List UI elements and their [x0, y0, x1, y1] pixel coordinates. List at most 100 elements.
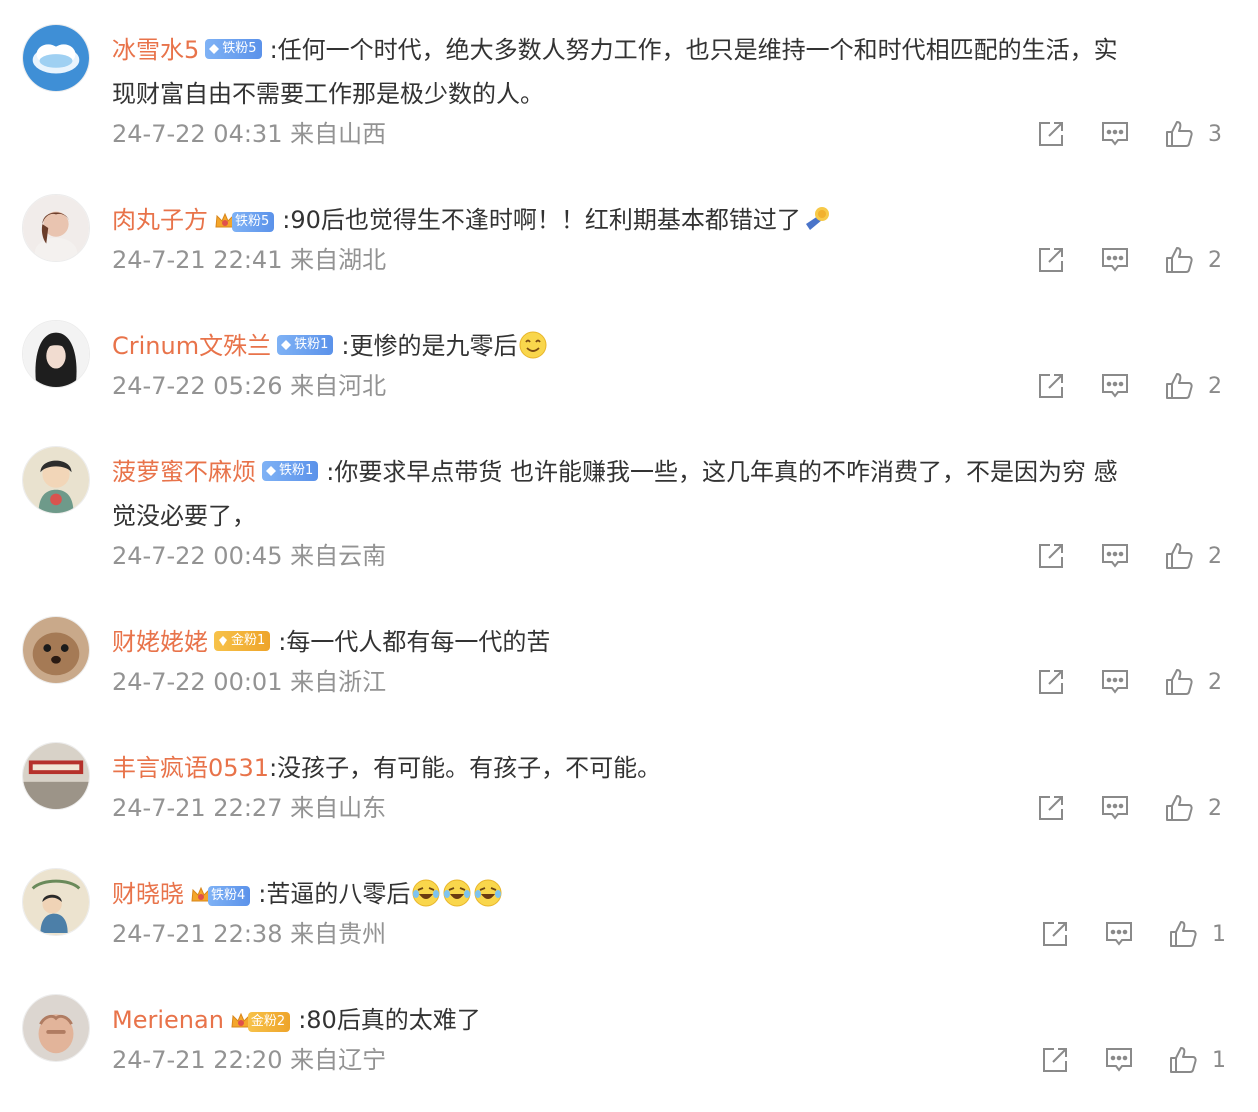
comment-text-line: 菠萝蜜不麻烦 铁粉1 :你要求早点带货 也许能赚我一些，这几年真的不咋消费了，不是因…: [112, 450, 1224, 494]
comment-actions: 2: [1036, 666, 1236, 698]
avatar[interactable]: [22, 742, 90, 810]
avatar[interactable]: [22, 24, 90, 92]
username-link[interactable]: Merienan: [112, 1006, 224, 1034]
fan-badge[interactable]: 铁粉1: [262, 461, 319, 481]
laugh-cry-emoji-icon: [443, 879, 471, 907]
like-button[interactable]: 2: [1164, 666, 1222, 698]
like-count: 3: [1208, 121, 1222, 147]
share-button[interactable]: [1036, 666, 1066, 698]
laugh-cry-emoji-icon: [412, 879, 440, 907]
like-count: 2: [1208, 247, 1222, 273]
like-icon: [1166, 373, 1193, 399]
comment-button[interactable]: [1100, 244, 1130, 276]
comment-icon: [1102, 796, 1128, 820]
comment-text: :任何一个时代，绝大多数人努力工作，也只是维持一个和时代相匹配的生活，实: [269, 36, 1118, 64]
comment-text-line: 现财富自由不需要工作那是极少数的人。: [112, 72, 1224, 116]
comment-button[interactable]: [1104, 918, 1134, 950]
comment-text: :没孩子，有可能。有孩子，不可能。: [269, 754, 662, 782]
comment-icon: [1106, 922, 1132, 946]
laugh-cry-emoji-icon: [474, 879, 502, 907]
comment-text: :更惨的是九零后: [341, 332, 518, 360]
comment-icon: [1102, 670, 1128, 694]
comment-meta: 24-7-21 22:27 来自山东: [112, 794, 387, 822]
username-link[interactable]: 冰雪水5: [112, 36, 199, 64]
comment-meta: 24-7-22 00:01 来自浙江: [112, 668, 387, 696]
fan-badge[interactable]: 铁粉5: [232, 212, 275, 232]
comment-icon: [1102, 544, 1128, 568]
avatar[interactable]: [22, 994, 90, 1062]
like-button[interactable]: 2: [1164, 540, 1222, 572]
share-icon: [1039, 248, 1063, 272]
comment-button[interactable]: [1100, 370, 1130, 402]
comment-icon: [1102, 122, 1128, 146]
comment-button[interactable]: [1104, 1044, 1134, 1076]
comment-actions: 1: [1040, 1044, 1240, 1076]
like-count: 1: [1212, 1047, 1226, 1073]
fan-badge[interactable]: 金粉2: [247, 1012, 291, 1032]
like-button[interactable]: 2: [1164, 244, 1222, 276]
comment-button[interactable]: [1100, 118, 1130, 150]
avatar[interactable]: [22, 868, 90, 936]
comment-icon: [1102, 248, 1128, 272]
avatar[interactable]: [22, 194, 90, 262]
comment-actions: 2: [1036, 792, 1236, 824]
share-button[interactable]: [1036, 792, 1066, 824]
comment-button[interactable]: [1100, 792, 1130, 824]
share-icon: [1039, 670, 1063, 694]
like-icon: [1170, 921, 1197, 947]
fist-emoji-icon: [805, 207, 829, 230]
share-button[interactable]: [1036, 244, 1066, 276]
like-button[interactable]: 1: [1168, 918, 1226, 950]
comment-text: 现财富自由不需要工作那是极少数的人。: [112, 80, 544, 108]
share-icon: [1039, 374, 1063, 398]
comment-text: :每一代人都有每一代的苦: [278, 628, 551, 656]
comment-actions: 2: [1036, 540, 1236, 572]
share-button[interactable]: [1036, 370, 1066, 402]
like-button[interactable]: 3: [1164, 118, 1222, 150]
like-icon: [1170, 1047, 1197, 1073]
comment-text-line: 财晓晓 铁粉4 :苦逼的八零后: [112, 872, 1224, 916]
comment-actions: 2: [1036, 244, 1236, 276]
share-button[interactable]: [1036, 540, 1066, 572]
comment-button[interactable]: [1100, 540, 1130, 572]
username-link[interactable]: 肉丸子方: [112, 206, 208, 234]
comment-list: 冰雪水5 铁粉5 :任何一个时代，绝大多数人努力工作，也只是维持一个和时代相匹配的生…: [0, 0, 1258, 1112]
username-link[interactable]: Crinum文殊兰: [112, 332, 271, 360]
share-icon: [1039, 122, 1063, 146]
comment-meta: 24-7-21 22:20 来自辽宁: [112, 1046, 387, 1074]
like-button[interactable]: 2: [1164, 370, 1222, 402]
like-button[interactable]: 1: [1168, 1044, 1226, 1076]
smile-emoji-icon: [519, 331, 547, 359]
fan-badge[interactable]: 金粉1: [214, 631, 271, 651]
username-link[interactable]: 财晓晓: [112, 880, 184, 908]
username-link[interactable]: 财姥姥姥: [112, 628, 208, 656]
share-button[interactable]: [1040, 918, 1070, 950]
comment-text: :苦逼的八零后: [258, 880, 411, 908]
fan-badge[interactable]: 铁粉5: [205, 39, 262, 59]
comment-text-line: 肉丸子方 铁粉5 :90后也觉得生不逢时啊！！红利期基本都错过了: [112, 198, 1224, 242]
comment-text: :你要求早点带货 也许能赚我一些，这几年真的不咋消费了，不是因为穷 感: [326, 458, 1118, 486]
comment-icon: [1106, 1048, 1132, 1072]
share-icon: [1039, 544, 1063, 568]
share-icon: [1043, 1048, 1067, 1072]
username-link[interactable]: 菠萝蜜不麻烦: [112, 458, 256, 486]
fan-badge[interactable]: 铁粉1: [277, 335, 334, 355]
comment-text-line: 丰言疯语0531:没孩子，有可能。有孩子，不可能。: [112, 746, 1224, 790]
like-count: 2: [1208, 373, 1222, 399]
comment-text-line: 冰雪水5 铁粉5 :任何一个时代，绝大多数人努力工作，也只是维持一个和时代相匹配的生…: [112, 28, 1224, 72]
share-button[interactable]: [1040, 1044, 1070, 1076]
avatar[interactable]: [22, 616, 90, 684]
like-icon: [1166, 543, 1193, 569]
comment-icon: [1102, 374, 1128, 398]
share-button[interactable]: [1036, 118, 1066, 150]
comment-text: :90后也觉得生不逢时啊！！红利期基本都错过了: [282, 206, 801, 234]
avatar[interactable]: [22, 320, 90, 388]
avatar[interactable]: [22, 446, 90, 514]
comment-button[interactable]: [1100, 666, 1130, 698]
like-icon: [1166, 795, 1193, 821]
comment-meta: 24-7-21 22:41 来自湖北: [112, 246, 387, 274]
username-link[interactable]: 丰言疯语0531: [112, 754, 269, 782]
fan-badge[interactable]: 铁粉4: [208, 886, 251, 906]
like-button[interactable]: 2: [1164, 792, 1222, 824]
comment-text-line: Merienan 金粉2:80后真的太难了: [112, 998, 1224, 1042]
